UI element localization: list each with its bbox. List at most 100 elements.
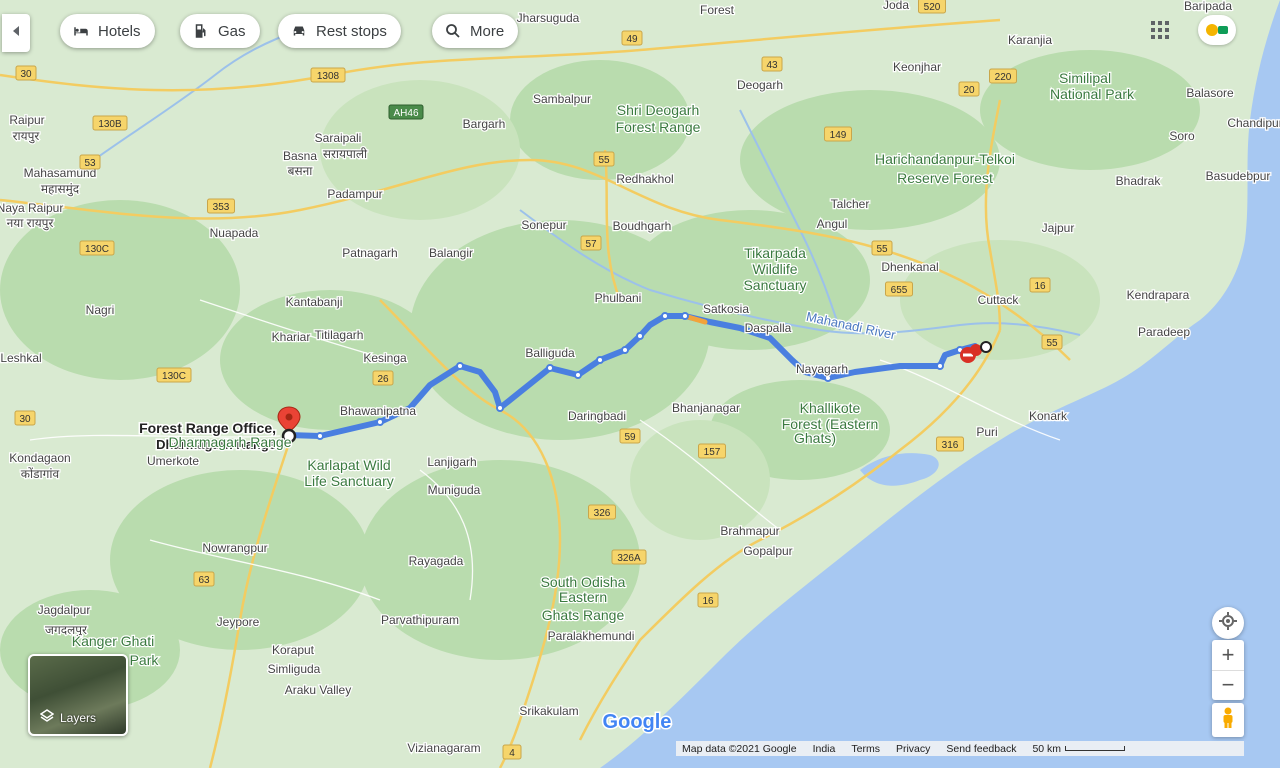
- place-label: Muniguda: [428, 483, 481, 497]
- road-shield-label: 49: [626, 34, 638, 45]
- place-label: Park: [130, 652, 160, 668]
- hotels-chip-label: Hotels: [98, 22, 141, 40]
- place-label: Sonepur: [521, 218, 566, 232]
- road-shield-label: 26: [377, 374, 389, 385]
- more-chip[interactable]: More: [432, 14, 519, 48]
- road-shield: 55: [871, 240, 893, 256]
- collapse-panel-button[interactable]: [2, 14, 30, 52]
- place-label: Dhenkanal: [881, 260, 938, 274]
- place-label: Life Sanctuary: [304, 473, 394, 489]
- place-label: Jagdalpur: [38, 603, 91, 617]
- road-shield-label: 655: [891, 285, 908, 296]
- place-label: Ghats): [794, 430, 836, 446]
- account-logo-icon: [1206, 24, 1228, 36]
- apps-grid-icon[interactable]: [1150, 20, 1170, 40]
- terms-link[interactable]: Terms: [851, 743, 880, 755]
- scale-bar[interactable]: 50 km: [1032, 742, 1126, 755]
- road-shield: 20: [958, 81, 980, 97]
- rest-stops-chip[interactable]: Rest stops: [278, 14, 401, 48]
- road-shield-label: 57: [585, 239, 597, 250]
- rest-stops-chip-label: Rest stops: [316, 22, 387, 40]
- account-avatar[interactable]: [1198, 15, 1236, 45]
- road-shield: 326: [588, 504, 616, 520]
- place-label: Kanger Ghati: [72, 633, 155, 649]
- road-shield: 520: [918, 0, 946, 14]
- chevron-left-icon: [11, 24, 21, 42]
- scale-label: 50 km: [1032, 742, 1062, 755]
- road-shield: 16: [697, 592, 719, 608]
- place-label: Phulbani: [595, 291, 642, 305]
- road-shield-label: 16: [702, 596, 714, 607]
- road-shield: 63: [193, 571, 215, 587]
- zoom-out-button[interactable]: −: [1212, 671, 1244, 701]
- place-label: Bhanjanagar: [672, 401, 740, 415]
- place-label: Khallikote: [800, 400, 861, 416]
- place-label: Boudhgarh: [613, 219, 672, 233]
- road-shield-label: 157: [704, 447, 721, 458]
- place-label: Kesinga: [363, 351, 407, 365]
- place-label: Harichandanpur-Telkoi: [875, 151, 1015, 167]
- place-label: Lanjigarh: [427, 455, 476, 469]
- privacy-link[interactable]: Privacy: [896, 743, 930, 755]
- road-shield-label: 16: [1034, 281, 1046, 292]
- gas-chip-label: Gas: [218, 22, 246, 40]
- place-label: Jharsuguda: [517, 11, 580, 25]
- road-shield: 16: [1029, 277, 1051, 293]
- road-shield-label: 20: [963, 85, 975, 96]
- place-label: Konark: [1029, 409, 1068, 423]
- road-shield-label: 326A: [617, 553, 641, 564]
- place-label: Eastern: [559, 589, 607, 605]
- place-label: Baripada: [1184, 0, 1232, 13]
- place-label: Bargarh: [463, 117, 506, 131]
- map-footer: Map data ©2021 Google India Terms Privac…: [676, 741, 1244, 756]
- place-label: Vizianagaram: [407, 741, 480, 755]
- place-label: Satkosia: [703, 302, 749, 316]
- bed-icon: [72, 22, 90, 40]
- place-label: Deogarh: [737, 78, 783, 92]
- road-shield-label: 63: [198, 575, 210, 586]
- road-shield: AH46: [388, 104, 424, 120]
- send-feedback-link[interactable]: Send feedback: [946, 743, 1016, 755]
- road-shield: 353: [207, 198, 235, 214]
- road-shield: 316: [936, 436, 964, 452]
- hotels-chip[interactable]: Hotels: [60, 14, 155, 48]
- road-shield: 43: [761, 56, 783, 72]
- gas-chip[interactable]: Gas: [180, 14, 260, 48]
- place-label: Karlapat Wild: [307, 457, 390, 473]
- place-label: Jajpur: [1042, 221, 1075, 235]
- place-label: Similipal: [1059, 70, 1111, 86]
- map-data-attribution: Map data ©2021 Google: [682, 742, 797, 755]
- my-location-button[interactable]: [1212, 607, 1244, 639]
- road-shield-label: 130C: [85, 244, 109, 255]
- place-label: सरायपाली: [323, 147, 368, 161]
- layers-label-wrap: Layers: [39, 709, 96, 726]
- road-shield: 49: [621, 30, 643, 46]
- place-label: महासमुंद: [41, 182, 80, 197]
- place-label: Nuapada: [210, 226, 259, 240]
- road-shield: 220: [989, 68, 1017, 84]
- road-shield: 26: [372, 370, 394, 386]
- destination-marker[interactable]: [980, 341, 992, 353]
- road-shield-label: 59: [624, 432, 636, 443]
- layers-button[interactable]: Layers: [28, 654, 128, 736]
- place-label: Khariar: [272, 330, 311, 344]
- place-label: Reserve Forest: [897, 170, 993, 186]
- place-label: Sambalpur: [533, 92, 591, 106]
- place-label: Puri: [976, 425, 997, 439]
- road-shield: 130C: [156, 367, 192, 383]
- place-label: Tikarpada: [744, 245, 806, 261]
- place-label: Nowrangpur: [202, 541, 267, 555]
- place-label: Paralakhemundi: [548, 629, 635, 643]
- road-shield-label: 130B: [98, 119, 122, 130]
- street-view-pegman[interactable]: [1212, 703, 1244, 737]
- region-link[interactable]: India: [813, 743, 836, 755]
- place-label: Shri Deogarh: [617, 102, 700, 118]
- map-canvas[interactable]: Forest Range Office, Dharmagarh Range Ra…: [0, 0, 1280, 768]
- road-shield: 4: [502, 744, 522, 760]
- zoom-in-button[interactable]: +: [1212, 640, 1244, 671]
- road-shield: 157: [698, 443, 726, 459]
- road-shield: 55: [593, 151, 615, 167]
- place-label: Ghats Range: [542, 607, 625, 623]
- place-label: Sanctuary: [743, 277, 806, 293]
- place-label: Nagri: [86, 303, 115, 317]
